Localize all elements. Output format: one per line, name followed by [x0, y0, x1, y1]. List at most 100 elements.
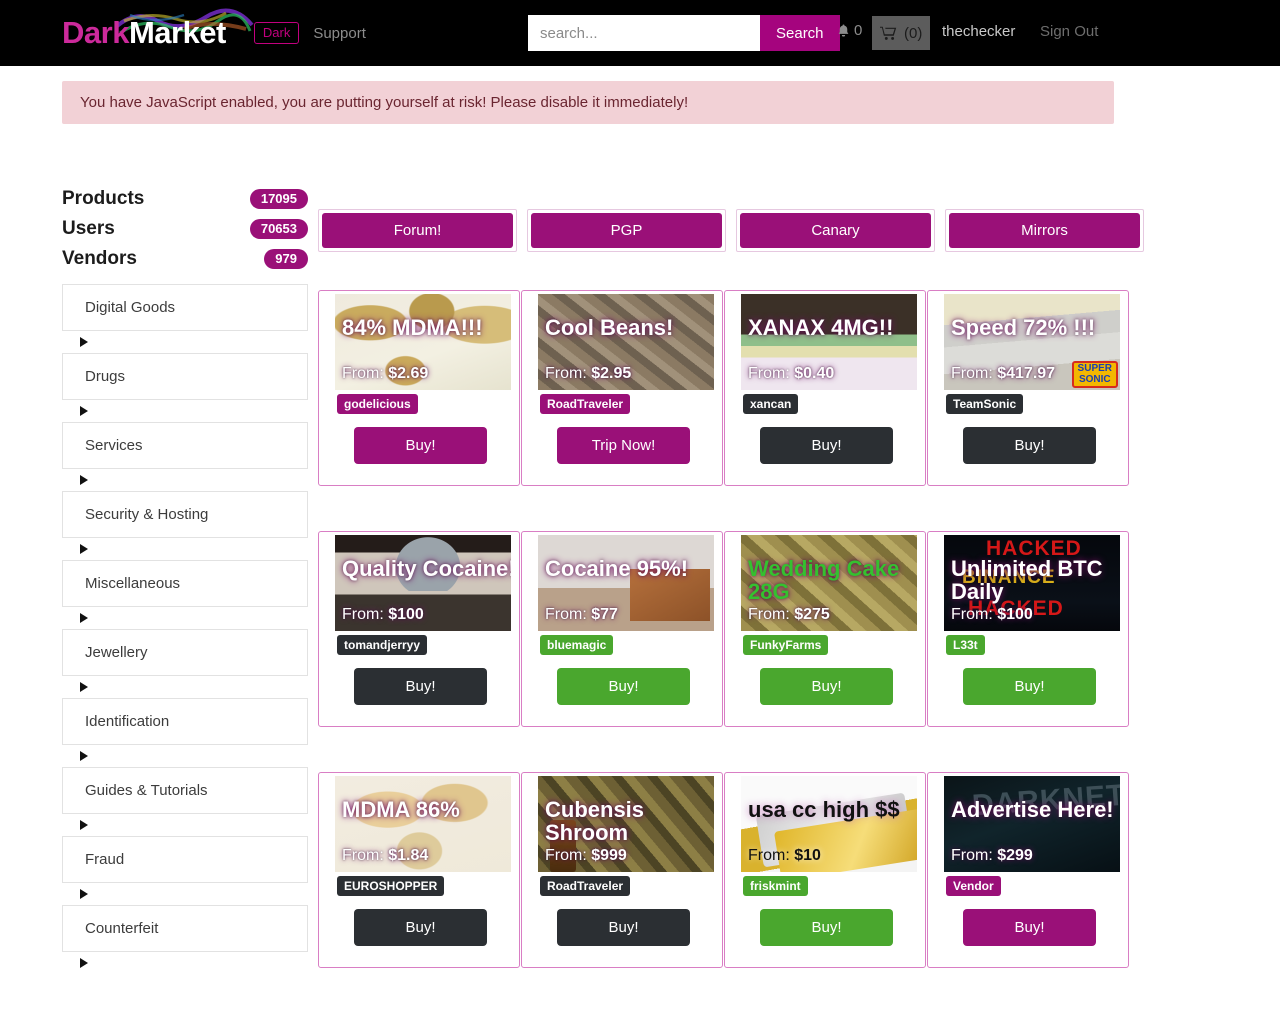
price-value: $275 — [794, 606, 830, 623]
vendor-badge[interactable]: RoadTraveler — [540, 394, 631, 415]
product-thumbnail[interactable]: XANAX 4MG!! From: $0.40 — [741, 294, 917, 390]
product-card[interactable]: Wedding Cake 28G From: $275 FunkyFarms Buy! — [724, 531, 926, 727]
vendor-badge[interactable]: bluemagic — [540, 635, 614, 656]
expand-category-toggle[interactable] — [62, 883, 308, 905]
notifications-count: 0 — [854, 22, 863, 39]
stat-row-vendors: Vendors 979 — [62, 244, 308, 274]
vendor-badge[interactable]: L33t — [946, 635, 985, 656]
expand-category-toggle[interactable] — [62, 952, 308, 974]
quick-link-mirrors-button[interactable]: Mirrors — [949, 213, 1140, 248]
vendor-badge[interactable]: friskmint — [743, 876, 808, 897]
product-thumbnail[interactable]: usa cc high $$ From: $10 — [741, 776, 917, 872]
sidebar-item-label: Services — [85, 437, 143, 454]
buy-button[interactable]: Buy! — [557, 668, 690, 706]
buy-button[interactable]: Buy! — [963, 909, 1096, 947]
product-thumbnail[interactable]: Quality Cocaine! From: $100 — [335, 535, 511, 631]
vendor-badge[interactable]: RoadTraveler — [540, 876, 631, 897]
buy-button[interactable]: Buy! — [760, 668, 893, 706]
buy-button[interactable]: Buy! — [354, 909, 487, 947]
sidebar-item-digital-goods[interactable]: Digital Goods — [62, 284, 308, 331]
site-logo[interactable]: DarkMarket — [62, 8, 254, 55]
product-thumbnail[interactable]: Wedding Cake 28G From: $275 — [741, 535, 917, 631]
vendor-badge[interactable]: TeamSonic — [946, 394, 1024, 415]
status-badge: 979 — [264, 248, 308, 270]
product-title: Advertise Here! — [951, 797, 1114, 822]
sidebar-item-guides-tutorials[interactable]: Guides & Tutorials — [62, 767, 308, 814]
vendor-badge[interactable]: Vendor — [946, 876, 1001, 897]
product-thumbnail[interactable]: Cool Beans! From: $2.95 — [538, 294, 714, 390]
username-link[interactable]: thechecker — [942, 23, 1015, 40]
sidebar-item-fraud[interactable]: Fraud — [62, 836, 308, 883]
expand-category-toggle[interactable] — [62, 814, 308, 836]
sidebar-item-services[interactable]: Services — [62, 422, 308, 469]
buy-button[interactable]: Buy! — [760, 427, 893, 465]
product-card[interactable]: MDMA 86% From: $1.84 EUROSHOPPER Buy! — [318, 772, 520, 968]
price-from-label: From: — [951, 847, 993, 864]
product-thumbnail[interactable]: HACKED BINANCE HACKED Unlimited BTC Daily Fr… — [944, 535, 1120, 631]
product-card[interactable]: 84% MDMA!!! From: $2.69 godelicious Buy! — [318, 290, 520, 486]
chevron-right-icon — [80, 475, 88, 485]
quick-link-forum-button[interactable]: Forum! — [322, 213, 513, 248]
expand-category-toggle[interactable] — [62, 676, 308, 698]
stat-label: Users — [62, 218, 115, 239]
buy-button[interactable]: Buy! — [963, 668, 1096, 706]
dark-mode-pill[interactable]: Dark — [253, 22, 300, 44]
buy-button[interactable]: Trip Now! — [557, 427, 690, 465]
sidebar-item-label: Fraud — [85, 851, 125, 868]
price-from-label: From: — [748, 365, 790, 382]
expand-category-toggle[interactable] — [62, 607, 308, 629]
buy-button[interactable]: Buy! — [354, 427, 487, 465]
vendor-badge[interactable]: xancan — [743, 394, 799, 415]
sidebar-item-miscellaneous[interactable]: Miscellaneous — [62, 560, 308, 607]
notifications-indicator[interactable]: 0 — [836, 22, 862, 39]
expand-category-toggle[interactable] — [62, 469, 308, 491]
sidebar-item-identification[interactable]: Identification — [62, 698, 308, 745]
expand-category-toggle[interactable] — [62, 745, 308, 767]
signout-link[interactable]: Sign Out — [1040, 23, 1098, 40]
product-title: usa cc high $$ — [748, 797, 900, 822]
product-thumbnail[interactable]: Cocaine 95%! From: $77 — [538, 535, 714, 631]
product-card[interactable]: usa cc high $$ From: $10 friskmint Buy! — [724, 772, 926, 968]
vendor-badge[interactable]: FunkyFarms — [743, 635, 829, 656]
buy-button[interactable]: Buy! — [557, 909, 690, 947]
buy-button[interactable]: Buy! — [760, 909, 893, 947]
product-card[interactable]: HACKED BINANCE HACKED Unlimited BTC Daily Fr… — [927, 531, 1129, 727]
buy-button[interactable]: Buy! — [963, 427, 1096, 465]
product-card[interactable]: DARKNET Advertise Here! From: $299 Vendor Bu… — [927, 772, 1129, 968]
product-card[interactable]: Cocaine 95%! From: $77 bluemagic Buy! — [521, 531, 723, 727]
product-thumbnail[interactable]: 84% MDMA!!! From: $2.69 — [335, 294, 511, 390]
price-from-label: From: — [951, 606, 993, 623]
product-thumbnail[interactable]: MDMA 86% From: $1.84 — [335, 776, 511, 872]
product-card[interactable]: Cubensis Shroom From: $999 RoadTraveler Buy… — [521, 772, 723, 968]
expand-category-toggle[interactable] — [62, 400, 308, 422]
expand-category-toggle[interactable] — [62, 331, 308, 353]
product-thumbnail[interactable]: DARKNET Advertise Here! From: $299 — [944, 776, 1120, 872]
logo-text-dark: Dark — [62, 15, 129, 50]
sidebar-item-jewellery[interactable]: Jewellery — [62, 629, 308, 676]
vendor-badge[interactable]: tomandjerryy — [337, 635, 428, 656]
sidebar-item-counterfeit[interactable]: Counterfeit — [62, 905, 308, 952]
vendor-badge[interactable]: godelicious — [337, 394, 418, 415]
vendor-badge[interactable]: EUROSHOPPER — [337, 876, 445, 897]
product-price: From: $275 — [748, 606, 830, 624]
product-card[interactable]: XANAX 4MG!! From: $0.40 xancan Buy! — [724, 290, 926, 486]
price-from-label: From: — [342, 847, 384, 864]
product-card[interactable]: Quality Cocaine! From: $100 tomandjerryy Bu… — [318, 531, 520, 727]
price-from-label: From: — [342, 606, 384, 623]
sidebar-item-security-hosting[interactable]: Security & Hosting — [62, 491, 308, 538]
product-thumbnail[interactable]: Cubensis Shroom From: $999 — [538, 776, 714, 872]
search-button[interactable]: Search — [760, 15, 840, 51]
product-thumbnail[interactable]: SUPER SONIC Speed 72% !!! From: $417.97 — [944, 294, 1120, 390]
product-card[interactable]: SUPER SONIC Speed 72% !!! From: $417.97 Team… — [927, 290, 1129, 486]
expand-category-toggle[interactable] — [62, 538, 308, 560]
cart-button[interactable]: (0) — [872, 16, 931, 50]
price-from-label: From: — [748, 847, 790, 864]
buy-button[interactable]: Buy! — [354, 668, 487, 706]
product-card[interactable]: Cool Beans! From: $2.95 RoadTraveler Trip N… — [521, 290, 723, 486]
quick-link-pgp-button[interactable]: PGP — [531, 213, 722, 248]
sidebar-item-drugs[interactable]: Drugs — [62, 353, 308, 400]
quick-link-canary-button[interactable]: Canary — [740, 213, 931, 248]
support-link[interactable]: Support — [313, 25, 366, 42]
search-input[interactable] — [528, 15, 760, 51]
stat-row-users: Users 70653 — [62, 214, 308, 244]
